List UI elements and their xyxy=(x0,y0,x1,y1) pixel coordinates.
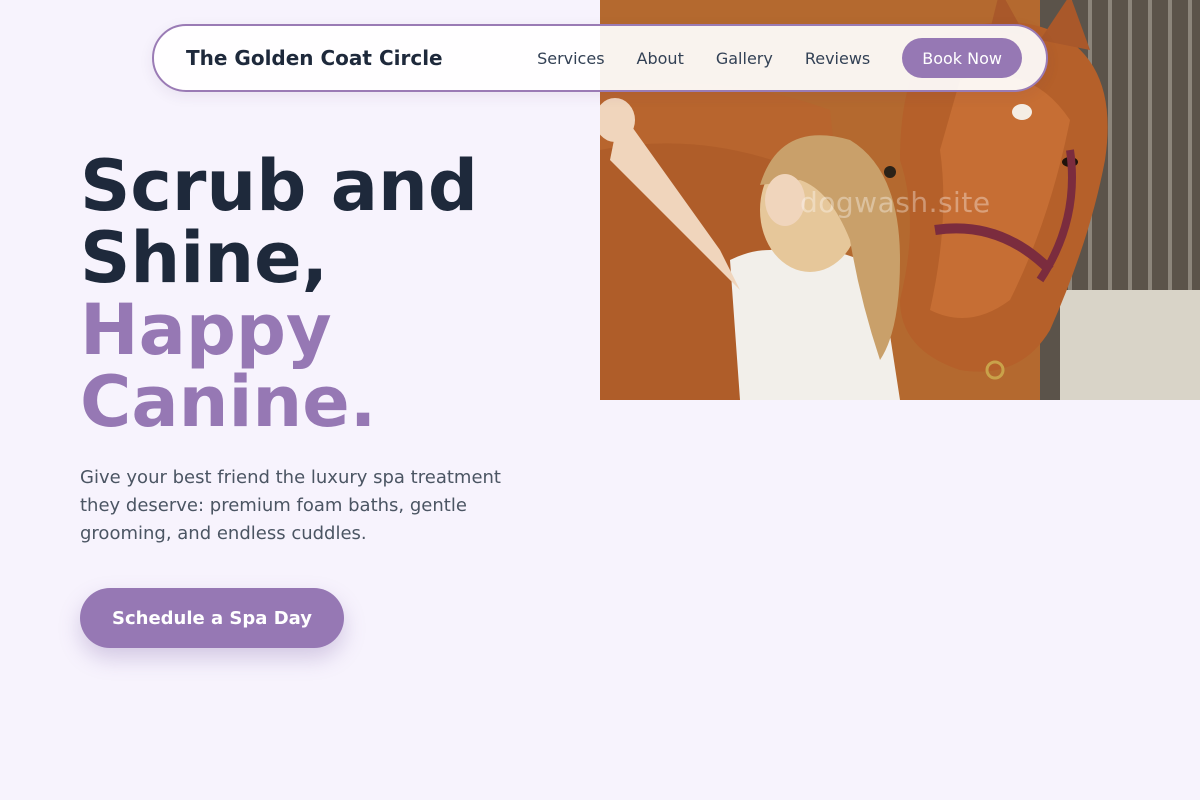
nav-link-about[interactable]: About xyxy=(637,49,684,68)
book-now-button[interactable]: Book Now xyxy=(902,38,1022,78)
nav-link-reviews[interactable]: Reviews xyxy=(805,49,870,68)
top-navbar: The Golden Coat Circle Services About Ga… xyxy=(152,24,1048,92)
hero-subtext: Give your best friend the luxury spa tre… xyxy=(80,467,501,544)
headline-line-1: Scrub and xyxy=(80,145,478,227)
schedule-spa-day-button[interactable]: Schedule a Spa Day xyxy=(80,588,344,648)
headline-accent-1: Happy xyxy=(80,289,332,371)
image-watermark: dogwash.site xyxy=(800,186,991,219)
headline-line-2: Shine, xyxy=(80,217,329,299)
headline-accent-2: Canine. xyxy=(80,361,377,443)
nav-link-services[interactable]: Services xyxy=(537,49,604,68)
nav-links: Services About Gallery Reviews Book Now xyxy=(537,38,1022,78)
nav-link-gallery[interactable]: Gallery xyxy=(716,49,773,68)
brand-logo-text[interactable]: The Golden Coat Circle xyxy=(186,46,443,70)
hero-headline: Scrub and Shine, Happy Canine. xyxy=(80,150,580,438)
